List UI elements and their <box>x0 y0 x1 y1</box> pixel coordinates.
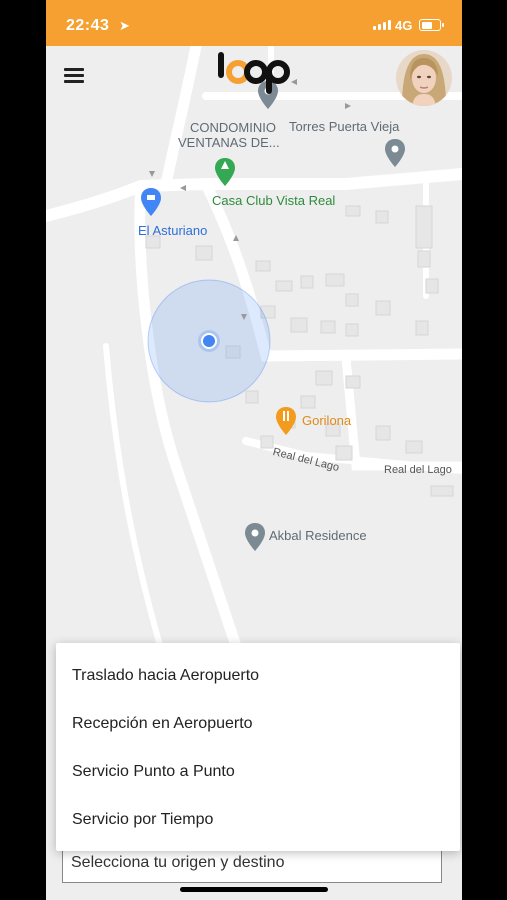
poi-condominio-line2: VENTANAS DE... <box>178 135 280 150</box>
poi-condominio-label[interactable]: CONDOMINIO VENTANAS DE... <box>178 120 280 150</box>
poi-casa-club-label[interactable]: Casa Club Vista Real <box>212 193 335 208</box>
poi-gorilona-label[interactable]: Gorilona <box>302 413 351 428</box>
street-label: Real del Lago <box>384 464 452 476</box>
network-type: 4G <box>395 18 413 33</box>
service-type-dropdown: Traslado hacia Aeropuerto Recepción en A… <box>56 643 460 851</box>
poi-torres-label[interactable]: Torres Puerta Vieja <box>289 119 399 134</box>
avatar[interactable] <box>396 50 452 106</box>
current-location-dot <box>201 333 217 349</box>
status-time: 22:43 <box>66 17 110 34</box>
pin-torres-icon <box>385 139 405 167</box>
option-traslado-aeropuerto[interactable]: Traslado hacia Aeropuerto <box>72 667 259 685</box>
phone-screen: CONDOMINIO VENTANAS DE... Torres Puerta … <box>46 0 462 900</box>
menu-icon[interactable] <box>64 68 84 83</box>
loop-logo <box>218 52 290 94</box>
option-recepcion-aeropuerto[interactable]: Recepción en Aeropuerto <box>72 715 253 733</box>
signal-icon <box>373 20 391 30</box>
option-punto-a-punto[interactable]: Servicio Punto a Punto <box>72 763 235 781</box>
pin-akbal-icon <box>245 523 265 551</box>
status-bar: 22:43 ➤ 4G <box>46 0 462 46</box>
home-indicator[interactable] <box>180 887 328 892</box>
poi-condominio-line1: CONDOMINIO <box>190 120 276 135</box>
pin-gorilona-icon <box>276 407 296 435</box>
origin-destination-input[interactable]: Selecciona tu origen y destino <box>62 851 442 883</box>
poi-akbal-label[interactable]: Akbal Residence <box>269 528 367 543</box>
battery-icon <box>419 19 444 31</box>
option-servicio-por-tiempo[interactable]: Servicio por Tiempo <box>72 811 213 829</box>
poi-el-asturiano-label[interactable]: El Asturiano <box>138 223 207 238</box>
location-arrow-icon: ➤ <box>119 18 130 33</box>
